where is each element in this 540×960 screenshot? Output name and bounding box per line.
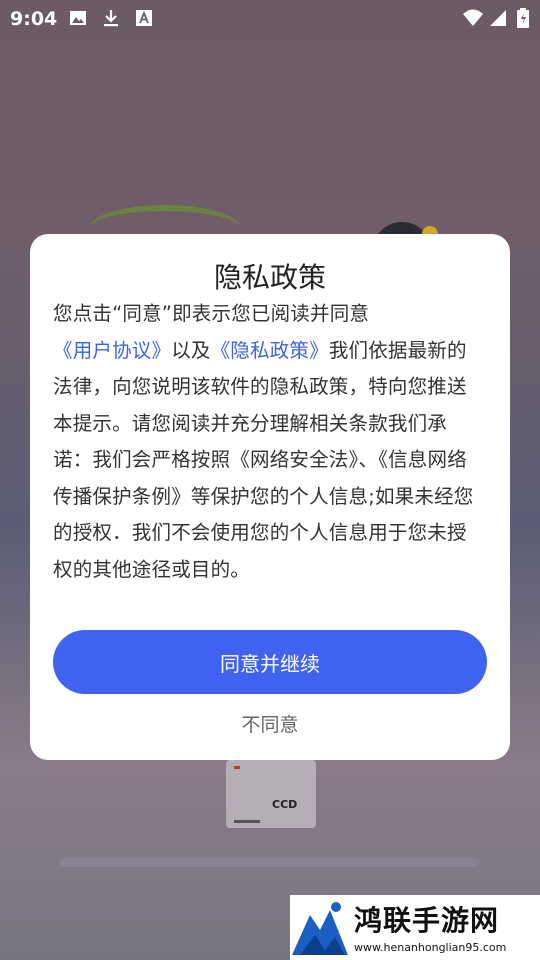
horizontal-scrollbar[interactable] [60, 858, 480, 867]
privacy-dialog: 隐私政策 您点击“同意”即表示您已阅读并同意《用户协议》以及《隐私政策》我们依据… [30, 234, 510, 760]
font-icon [136, 10, 152, 26]
status-time: 9:04 [10, 8, 58, 30]
body-text-intro: 您点击“同意”即表示您已阅读并同意 [53, 302, 370, 325]
device-illustration [226, 760, 316, 828]
watermark-logo-icon [292, 902, 348, 955]
watermark-title: 鸿联手游网 [354, 904, 500, 937]
body-text-main: 我们依据最新的法律，向您说明该软件的隐私政策，特向您推送本提示。请您阅读并充分理… [53, 338, 474, 581]
disagree-button[interactable]: 不同意 [30, 710, 510, 737]
dialog-title: 隐私政策 [213, 261, 326, 294]
watermark-url: www.henanhonglian95.com [354, 941, 507, 954]
body-text-and: 以及 [171, 338, 211, 362]
dialog-body: 您点击“同意”即表示您已阅读并同意《用户协议》以及《隐私政策》我们依据最新的法律… [53, 296, 485, 588]
privacy-policy-link[interactable]: 《隐私政策》 [211, 339, 329, 362]
download-icon [104, 10, 118, 27]
wifi-icon [463, 9, 483, 26]
status-bar: 9:04 [0, 0, 540, 38]
watermark: 鸿联手游网 www.henanhonglian95.com [290, 895, 540, 960]
battery-icon [517, 8, 529, 28]
device-label: CCD [272, 798, 298, 811]
agree-continue-button[interactable]: 同意并继续 [53, 630, 487, 694]
image-icon [70, 11, 86, 25]
user-agreement-link[interactable]: 《用户协议》 [53, 339, 171, 362]
signal-icon [490, 10, 506, 26]
